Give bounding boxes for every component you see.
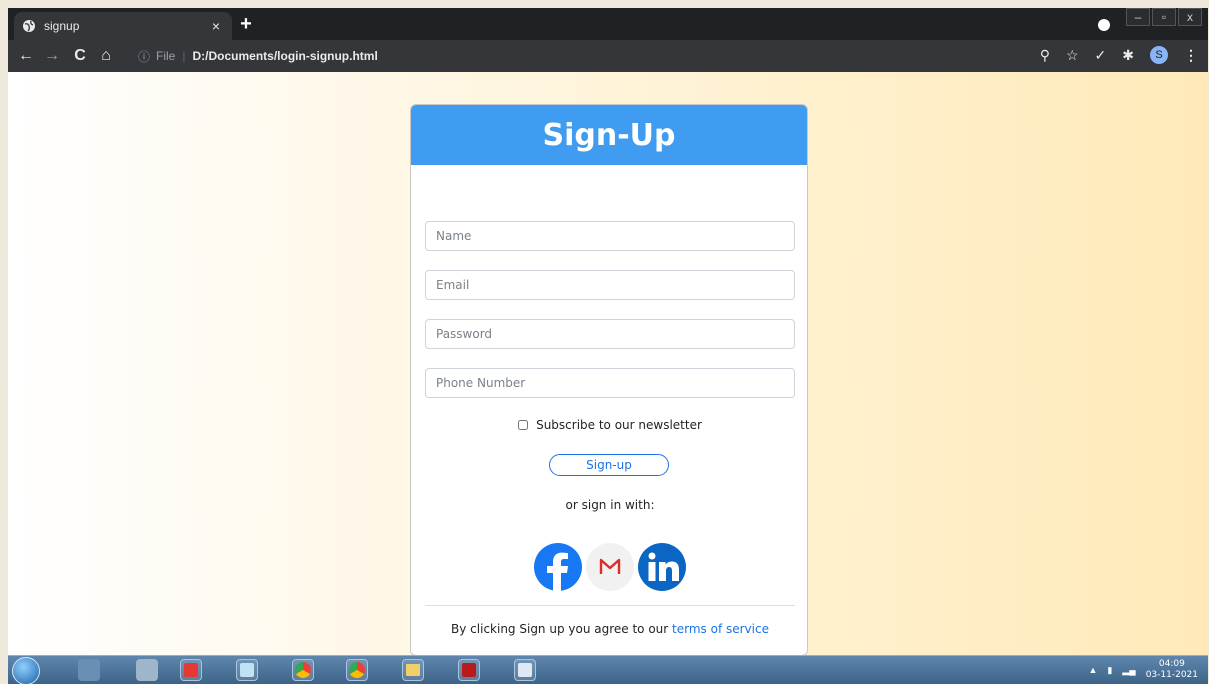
tab-strip: signup × + – ▫ x [8, 8, 1208, 40]
extensions-puzzle-icon[interactable]: ✱ [1122, 47, 1134, 64]
linkedin-icon[interactable] [638, 543, 686, 591]
clock[interactable]: 04:09 03-11-2021 [1146, 659, 1198, 681]
forward-arrow-icon[interactable]: → [42, 46, 62, 66]
taskbar: ▲ ▮ ▂▄ 04:09 03-11-2021 [8, 655, 1208, 684]
page-viewport: Sign-Up Subscribe to our newsletter Sign… [8, 72, 1208, 656]
newsletter-option[interactable]: Subscribe to our newsletter [411, 418, 807, 432]
zoom-icon[interactable]: ⚲ [1040, 47, 1050, 64]
paint-icon[interactable] [136, 659, 158, 681]
start-button[interactable] [12, 657, 40, 684]
signal-icon[interactable]: ▂▄ [1122, 665, 1135, 676]
url-separator: | [182, 49, 186, 63]
clock-time: 04:09 [1158, 659, 1185, 669]
name-input[interactable] [425, 221, 795, 251]
url-scheme: File [156, 49, 176, 63]
tray-arrow-icon[interactable]: ▲ [1089, 665, 1098, 675]
media-indicator-icon[interactable] [1098, 19, 1110, 31]
url-text: D:/Documents/login-signup.html [192, 49, 378, 63]
facebook-icon[interactable] [534, 543, 582, 591]
restore-button[interactable]: ▫ [1152, 8, 1176, 26]
email-input[interactable] [425, 270, 795, 300]
globe-icon [23, 20, 35, 32]
profile-avatar[interactable]: S [1150, 46, 1168, 64]
computer-icon[interactable] [78, 659, 100, 681]
system-tray: ▲ ▮ ▂▄ 04:09 03-11-2021 [1089, 659, 1199, 681]
signup-button[interactable]: Sign-up [549, 454, 669, 476]
check-extension-icon[interactable]: ✓ [1095, 47, 1107, 64]
acrobat-icon[interactable] [458, 659, 480, 681]
reload-icon[interactable]: C [70, 46, 90, 66]
terms-of-service-link[interactable]: terms of service [672, 622, 769, 636]
bookmark-star-icon[interactable]: ☆ [1066, 47, 1079, 64]
social-login-row [411, 543, 807, 591]
battery-icon[interactable]: ▮ [1107, 665, 1112, 676]
close-window-button[interactable]: x [1178, 8, 1202, 26]
terms-prefix: By clicking Sign up you agree to our [451, 622, 673, 636]
page-title: Sign-Up [542, 117, 676, 153]
menu-kebab-icon[interactable]: ⋮ [1184, 47, 1198, 64]
card-header: Sign-Up [411, 105, 807, 165]
clock-date: 03-11-2021 [1145, 670, 1198, 680]
newsletter-checkbox[interactable] [518, 420, 529, 430]
phone-input[interactable] [425, 368, 795, 398]
tab-title: signup [44, 19, 80, 33]
gmail-icon[interactable] [586, 543, 634, 591]
terms-text: By clicking Sign up you agree to our ter… [411, 622, 807, 636]
anydesk-icon[interactable] [180, 659, 202, 681]
info-icon[interactable]: ⓘ [138, 48, 150, 65]
toolbar-actions: ⚲ ☆ ✓ ✱ S ⋮ [1040, 46, 1198, 64]
window-controls: – ▫ x [1124, 8, 1202, 26]
newsletter-label: Subscribe to our newsletter [536, 418, 702, 432]
chrome-profile-icon[interactable] [346, 659, 368, 681]
minimize-button[interactable]: – [1126, 8, 1150, 26]
browser-tab[interactable]: signup × [14, 12, 232, 40]
file-explorer-icon[interactable] [402, 659, 424, 681]
address-bar[interactable]: ⓘ File | D:/Documents/login-signup.html [138, 44, 788, 68]
chrome-icon[interactable] [292, 659, 314, 681]
screen: signup × + – ▫ x ← → C ⌂ ⓘ File | D:/Doc… [8, 8, 1208, 684]
back-arrow-icon[interactable]: ← [16, 46, 36, 66]
divider [425, 605, 795, 606]
word-icon[interactable] [514, 659, 536, 681]
password-input[interactable] [425, 319, 795, 349]
signup-card: Sign-Up Subscribe to our newsletter Sign… [410, 104, 808, 656]
browser-toolbar: ← → C ⌂ ⓘ File | D:/Documents/login-sign… [8, 40, 1208, 72]
home-icon[interactable]: ⌂ [96, 46, 116, 66]
notepad-icon[interactable] [236, 659, 258, 681]
or-sign-in-text: or sign in with: [565, 498, 655, 512]
tab-close-icon[interactable]: × [208, 18, 224, 34]
new-tab-button[interactable]: + [236, 14, 256, 34]
